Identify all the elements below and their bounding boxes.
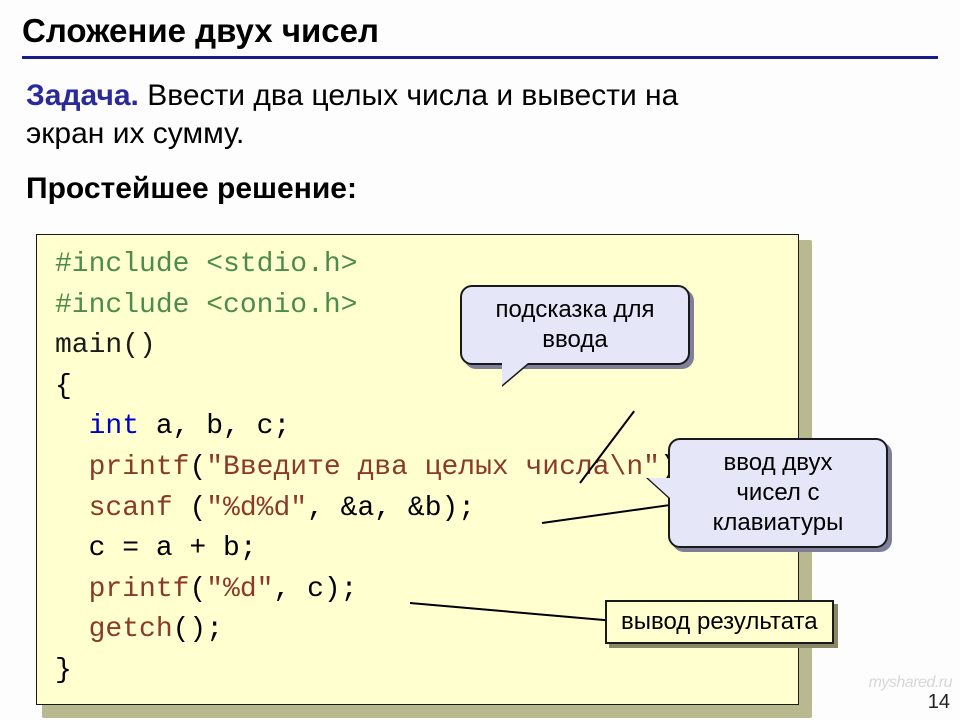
callout-input: ввод двух чисел с клавиатуры — [668, 438, 888, 548]
task-text: Задача. Ввести два целых числа и вывести… — [22, 77, 938, 154]
callout-hint: подсказка для ввода — [460, 285, 690, 365]
slide: Сложение двух чисел Задача. Ввести два ц… — [0, 0, 960, 720]
callout-text: вывод результата — [621, 608, 818, 635]
code-token: c = a + b; — [55, 533, 257, 564]
code-token: (); — [173, 614, 223, 645]
code-token: } — [55, 655, 72, 686]
code-token — [55, 452, 89, 483]
code-token: , c); — [273, 574, 357, 605]
callout-text: подсказка для ввода — [496, 296, 655, 353]
code-token: main() — [55, 330, 156, 361]
code-token: int — [89, 411, 139, 442]
watermark: myshared.ru — [869, 674, 952, 692]
code-token: scanf — [89, 493, 190, 524]
callout-tail-icon — [502, 363, 528, 385]
code-token — [55, 614, 89, 645]
title-rule — [22, 56, 938, 59]
code-token: ( — [189, 452, 206, 483]
callout-tail-icon — [648, 478, 670, 498]
code-token: <stdio.h> — [206, 249, 357, 280]
code-token: printf — [89, 452, 190, 483]
callout-output: вывод результата — [605, 600, 834, 644]
code-token: ( — [189, 574, 206, 605]
task-label: Задача. — [26, 79, 139, 112]
code-token: , &a, &b); — [307, 493, 475, 524]
code-token: a, b, c; — [139, 411, 290, 442]
slide-title: Сложение двух чисел — [22, 12, 938, 56]
page-number: 14 — [928, 691, 950, 714]
solution-heading: Простейшее решение: — [22, 172, 938, 206]
code-token: #include — [55, 249, 206, 280]
code-token: ( — [189, 493, 206, 524]
code-token — [55, 411, 89, 442]
code-token: #include — [55, 290, 206, 321]
code-token: <conio.h> — [206, 290, 357, 321]
callout-text: ввод двух чисел с клавиатуры — [713, 449, 844, 536]
code-token — [55, 574, 89, 605]
code-token: { — [55, 371, 72, 402]
code-token: "%d" — [206, 574, 273, 605]
code-token — [55, 493, 89, 524]
code-token: getch — [89, 614, 173, 645]
code-token: "%d%d" — [206, 493, 307, 524]
code-token: printf — [89, 574, 190, 605]
